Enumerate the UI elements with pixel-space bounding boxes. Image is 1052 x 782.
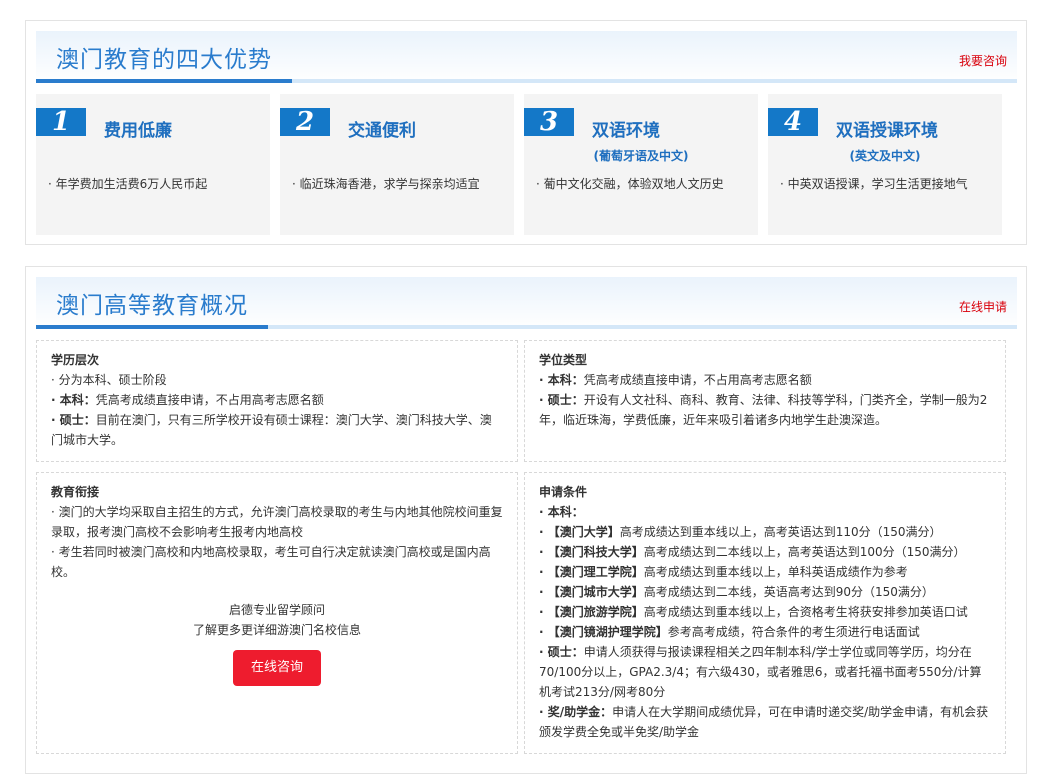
line-label: · 硕士： — [51, 413, 96, 427]
advantage-card-3: 3 双语环境 (葡萄牙语及中文) · 葡中文化交融，体验双地人文历史 — [524, 94, 758, 235]
advantage-title: 双语环境 — [592, 121, 660, 141]
box-title: 学位类型 — [539, 353, 588, 367]
levels-line-1: · 分为本科、硕士阶段 — [51, 373, 167, 387]
overview-header: 澳门高等教育概况 在线申请 — [36, 277, 1017, 329]
advantage-desc: · 年学费加生活费6万人民币起 — [48, 177, 208, 191]
university-name: · 【澳门大学】 — [539, 525, 620, 539]
advantage-number: 1 — [36, 108, 86, 136]
advantage-desc: · 葡中文化交融，体验双地人文历史 — [536, 177, 724, 191]
line-label: · 本科： — [51, 393, 96, 407]
line-text: 开设有人文社科、商科、教育、法律、科技等学科，门类齐全，学制一般为2年，临近珠海… — [539, 393, 988, 427]
advantage-card-2: 2 交通便利 · 临近珠海香港，求学与探亲均适宜 — [280, 94, 514, 235]
levels-line-3: · 硕士：目前在澳门，只有三所学校开设有硕士课程：澳门大学、澳门科技大学、澳门城… — [51, 410, 503, 450]
cond-university-1: · 【澳门大学】高考成绩达到重本线以上，高考英语达到110分（150满分） — [539, 525, 942, 539]
advantage-title: 费用低廉 — [104, 121, 172, 141]
cond-scholarship: · 奖/助学金：申请人在大学期间成绩优异，可在申请时递交奖/助学金申请，有机会获… — [539, 705, 989, 739]
consult-text-2: 了解更多更详细游澳门名校信息 — [192, 623, 361, 637]
advantages-header: 澳门教育的四大优势 我要咨询 — [36, 31, 1017, 83]
line-text: 目前在澳门，只有三所学校开设有硕士课程：澳门大学、澳门科技大学、澳门城市大学。 — [51, 413, 492, 447]
line-label: · 硕士： — [539, 393, 584, 407]
advantage-card-1: 1 费用低廉 · 年学费加生活费6万人民币起 — [36, 94, 270, 235]
box-title: 教育衔接 — [51, 485, 100, 499]
university-name: · 【澳门旅游学院】 — [539, 605, 644, 619]
undergrad-label: · 本科： — [539, 505, 584, 519]
overview-title: 澳门高等教育概况 — [56, 293, 248, 319]
advantages-title: 澳门教育的四大优势 — [56, 47, 272, 73]
levels-line-2: · 本科：凭高考成绩直接申请，不占用高考志愿名额 — [51, 390, 503, 410]
advantage-number: 4 — [768, 108, 818, 136]
overview-panel: 澳门高等教育概况 在线申请 学历层次 · 分为本科、硕士阶段 · 本科：凭高考成… — [25, 266, 1027, 774]
degree-line-1: · 本科：凭高考成绩直接申请，不占用高考志愿名额 — [539, 370, 991, 390]
advantage-number: 3 — [524, 108, 574, 136]
degree-line-2: · 硕士：开设有人文社科、商科、教育、法律、科技等学科，门类齐全，学制一般为2年… — [539, 390, 991, 430]
education-linkage-box: 教育衔接 · 澳门的大学均采取自主招生的方式，允许澳门高校录取的考生与内地其他院… — [36, 472, 518, 754]
cond-university-2: · 【澳门科技大学】高考成绩达到二本线以上，高考英语达到100分（150满分） — [539, 545, 966, 559]
advantage-title: 交通便利 — [348, 121, 416, 141]
advantage-card-4: 4 双语授课环境 (英文及中文) · 中英双语授课，学习生活更接地气 — [768, 94, 1002, 235]
header-underline-accent — [36, 325, 268, 329]
advantage-number: 2 — [280, 108, 330, 136]
linkage-line-1: · 澳门的大学均采取自主招生的方式，允许澳门高校录取的考生与内地其他院校间重复录… — [51, 505, 503, 539]
cond-university-6: · 【澳门镜湖护理学院】参考高考成绩，符合条件的考生须进行电话面试 — [539, 625, 920, 639]
online-consult-button[interactable]: 在线咨询 — [233, 650, 321, 686]
advantage-title: 双语授课环境 — [836, 121, 938, 141]
university-name: · 【澳门镜湖护理学院】 — [539, 625, 668, 639]
application-conditions-box: 申请条件 · 本科： · 【澳门大学】高考成绩达到重本线以上，高考英语达到110… — [524, 472, 1006, 754]
advantage-subtitle: (葡萄牙语及中文) — [593, 149, 689, 163]
cond-university-3: · 【澳门理工学院】高考成绩达到重本线以上，单科英语成绩作为参考 — [539, 565, 908, 579]
degree-types-box: 学位类型 · 本科：凭高考成绩直接申请，不占用高考志愿名额 · 硕士：开设有人文… — [524, 340, 1006, 462]
line-label: · 奖/助学金： — [539, 705, 613, 719]
line-text: 凭高考成绩直接申请，不占用高考志愿名额 — [583, 373, 812, 387]
header-underline-accent — [36, 79, 292, 83]
advantage-desc: · 临近珠海香港，求学与探亲均适宜 — [292, 177, 480, 191]
consult-block: 启德专业留学顾问 了解更多更详细游澳门名校信息 在线咨询 — [51, 600, 503, 686]
line-label: · 硕士： — [539, 645, 584, 659]
line-text: 凭高考成绩直接申请，不占用高考志愿名额 — [95, 393, 324, 407]
box-title: 学历层次 — [51, 353, 100, 367]
box-title: 申请条件 — [539, 485, 588, 499]
advantages-panel: 澳门教育的四大优势 我要咨询 1 费用低廉 · 年学费加生活费6万人民币起 2 … — [25, 20, 1027, 245]
university-name: · 【澳门城市大学】 — [539, 585, 644, 599]
consult-text-1: 启德专业留学顾问 — [228, 603, 325, 617]
university-name: · 【澳门科技大学】 — [539, 545, 644, 559]
consult-link[interactable]: 我要咨询 — [959, 52, 1007, 69]
cond-university-4: · 【澳门城市大学】高考成绩达到二本线，英语高考达到90分（150满分） — [539, 585, 934, 599]
cond-master: · 硕士：申请人须获得与报读课程相关之四年制本科/学士学位或同等学历，均分在70… — [539, 645, 982, 699]
linkage-line-2: · 考生若同时被澳门高校和内地高校录取，考生可自行决定就读澳门高校或是国内高校。 — [51, 545, 491, 579]
education-levels-box: 学历层次 · 分为本科、硕士阶段 · 本科：凭高考成绩直接申请，不占用高考志愿名… — [36, 340, 518, 462]
advantage-desc: · 中英双语授课，学习生活更接地气 — [780, 177, 968, 191]
cond-university-5: · 【澳门旅游学院】高考成绩达到重本线以上，合资格考生将获安排参加英语口试 — [539, 605, 968, 619]
line-label: · 本科： — [539, 373, 584, 387]
advantage-subtitle: (英文及中文) — [849, 149, 921, 163]
apply-online-link[interactable]: 在线申请 — [959, 298, 1007, 315]
university-name: · 【澳门理工学院】 — [539, 565, 644, 579]
